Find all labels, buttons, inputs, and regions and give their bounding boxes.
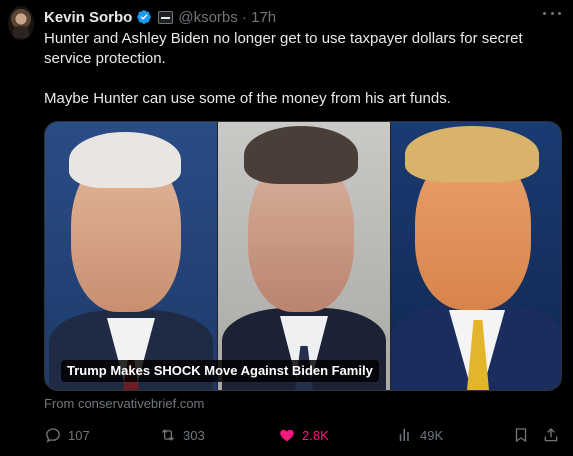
card-image-left (45, 122, 217, 390)
like-icon (280, 429, 294, 442)
card-caption: Trump Makes SHOCK Move Against Biden Fam… (61, 360, 379, 382)
bookmark-icon (515, 428, 527, 443)
card-source[interactable]: From conservativebrief.com (44, 396, 204, 411)
share-icon (544, 428, 558, 442)
reply-icon (46, 428, 60, 443)
like-count: 2.8K (302, 427, 329, 443)
card-image-middle (218, 122, 390, 390)
like-button[interactable]: 2.8K (278, 425, 329, 445)
tweet-paragraph: Hunter and Ashley Biden no longer get to… (44, 30, 523, 67)
repost-icon (161, 429, 175, 441)
tweet-paragraph: Maybe Hunter can use some of the money f… (44, 90, 451, 107)
repost-count: 303 (183, 427, 205, 443)
more-icon[interactable] (543, 10, 561, 16)
author-handle-time[interactable]: @ksorbs · 17h (178, 9, 276, 26)
repost-button[interactable]: 303 (159, 425, 205, 445)
share-button[interactable] (542, 425, 566, 445)
views-count: 49K (420, 427, 444, 443)
tweet-actions: 107 303 2.8K 49K (44, 425, 562, 445)
affiliate-badge-icon (158, 10, 174, 24)
verified-badge-icon (137, 10, 152, 24)
reply-button[interactable]: 107 (44, 425, 90, 445)
views-icon (399, 429, 409, 441)
reply-count: 107 (68, 427, 90, 443)
author-avatar[interactable] (8, 6, 34, 40)
bookmark-button[interactable] (512, 425, 536, 445)
card-image-right (391, 122, 561, 390)
views-button[interactable]: 49K (396, 425, 443, 445)
author-name[interactable]: Kevin Sorbo (44, 9, 132, 26)
tweet-text: Hunter and Ashley Biden no longer get to… (44, 29, 564, 109)
tweet-header: Kevin Sorbo @ksorbs · 17h (44, 7, 573, 27)
link-card[interactable]: Trump Makes SHOCK Move Against Biden Fam… (44, 121, 562, 391)
